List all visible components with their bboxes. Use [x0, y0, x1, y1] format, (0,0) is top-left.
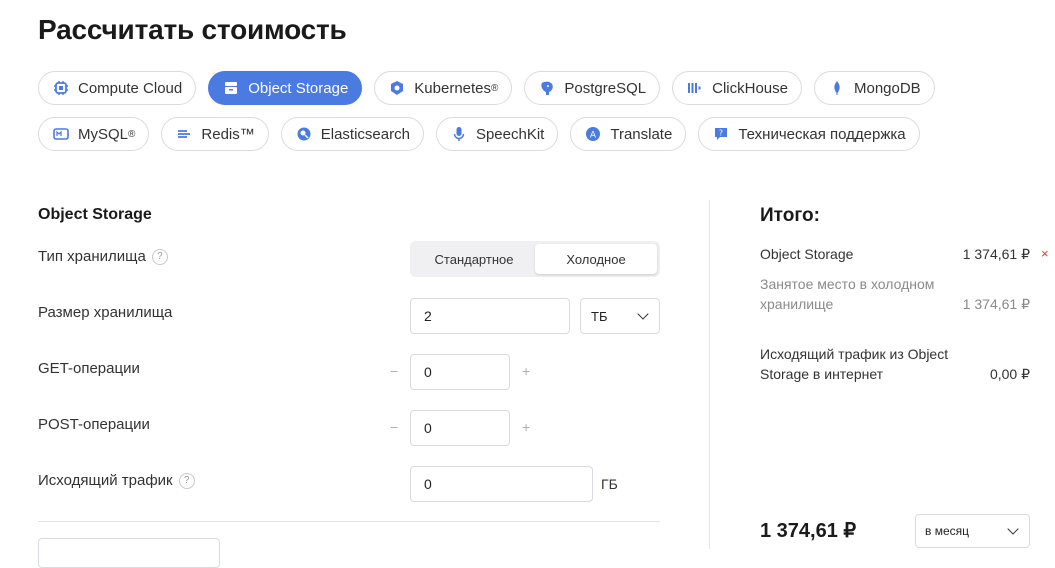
grand-total: 1 374,61 ₽	[760, 520, 857, 542]
storage-type-cold[interactable]: Холодное	[535, 244, 657, 274]
registered-mark: ®	[128, 128, 136, 140]
clickhouse-icon	[687, 80, 703, 96]
summary-item-name: Исходящий трафик из Object Storage в инт…	[760, 346, 949, 382]
post-ops-decrement[interactable]: −	[390, 419, 398, 435]
tab-elasticsearch[interactable]: Elasticsearch	[280, 117, 424, 151]
period-select[interactable]: в месяц	[915, 514, 1030, 548]
tab-label: ClickHouse	[712, 79, 788, 97]
summary-service-name: Object Storage	[760, 246, 854, 262]
tab-label: PostgreSQL	[564, 79, 647, 97]
storage-type-standard[interactable]: Стандартное	[413, 244, 535, 274]
get-ops-label: GET-операции	[38, 360, 140, 377]
tab-speechkit[interactable]: SpeechKit	[435, 117, 559, 151]
chip-icon	[53, 80, 69, 96]
svg-text:A: A	[590, 131, 597, 141]
support-icon: ?	[713, 126, 729, 142]
section-title: Object Storage	[38, 206, 152, 223]
redis-icon	[176, 126, 192, 142]
tab-label: Kubernetes	[414, 79, 492, 97]
post-ops-label: POST-операции	[38, 416, 150, 433]
divider	[38, 521, 660, 522]
storage-unit-select[interactable]: ТБ	[580, 298, 660, 334]
summary-item-value: 1 374,61 ₽	[962, 296, 1030, 312]
tab-label: Translate	[610, 125, 673, 143]
storage-icon	[223, 80, 239, 96]
storage-type-label-text: Тип хранилища	[38, 248, 146, 265]
get-ops-increment[interactable]: +	[522, 363, 530, 379]
service-tabs-row-1: Compute Cloud Object Storage Kubernetes ® Po…	[38, 71, 1038, 105]
tab-label: Техническая поддержка	[738, 125, 906, 143]
svg-text:?: ?	[719, 129, 723, 138]
tab-clickhouse[interactable]: ClickHouse	[672, 71, 802, 105]
traffic-unit: ГБ	[601, 476, 618, 492]
tab-mongodb[interactable]: MongoDB	[813, 71, 935, 105]
tab-mysql[interactable]: MySQL ®	[38, 117, 150, 151]
tab-object-storage[interactable]: Object Storage	[208, 71, 363, 105]
tab-label: MySQL	[78, 125, 129, 143]
storage-size-input[interactable]: 2	[410, 298, 570, 334]
tab-label: Elasticsearch	[320, 125, 410, 143]
summary-service-total: 1 374,61 ₽	[962, 246, 1030, 262]
mysql-icon	[53, 126, 69, 142]
tab-redis[interactable]: Redis™	[161, 117, 269, 151]
remove-service-icon[interactable]: ×	[1041, 246, 1049, 261]
translate-icon: A	[585, 126, 601, 142]
help-icon[interactable]: ?	[178, 472, 195, 489]
service-tabs-row-2: MySQL ® Redis™ Elasticsearch SpeechKit A Trans…	[38, 117, 1038, 151]
post-ops-input[interactable]: 0	[410, 410, 510, 446]
service-tabs: Compute Cloud Object Storage Kubernetes ® Po…	[38, 71, 1038, 163]
traffic-label-text: Исходящий трафик	[38, 472, 173, 489]
storage-type-label: Тип хранилища ?	[38, 248, 168, 265]
tab-postgresql[interactable]: PostgreSQL	[524, 71, 661, 105]
help-icon[interactable]: ?	[151, 248, 168, 265]
period-value: в месяц	[925, 524, 970, 538]
storage-size-label: Размер хранилища	[38, 304, 173, 321]
post-ops-increment[interactable]: +	[522, 419, 530, 435]
storage-type-toggle: Стандартное Холодное	[410, 241, 660, 277]
summary-item-name: Занятое место в холодном хранилище	[760, 276, 935, 312]
summary-title: Итого:	[760, 205, 820, 226]
elasticsearch-icon	[296, 126, 312, 142]
tab-translate[interactable]: A Translate	[570, 117, 687, 151]
summary-item-value: 0,00 ₽	[989, 366, 1030, 382]
tab-label: SpeechKit	[475, 125, 545, 143]
get-ops-decrement[interactable]: −	[390, 363, 398, 379]
postgresql-icon	[539, 80, 555, 96]
mongodb-icon	[829, 80, 845, 96]
add-button[interactable]	[38, 538, 220, 568]
tab-compute-cloud[interactable]: Compute Cloud	[38, 71, 197, 105]
registered-mark: ®	[491, 82, 499, 94]
chevron-down-icon	[1007, 523, 1019, 535]
tab-label: Compute Cloud	[78, 79, 183, 97]
kubernetes-icon	[389, 80, 405, 96]
tab-label: Redis™	[201, 125, 255, 143]
tab-label: Object Storage	[248, 79, 349, 97]
chevron-down-icon	[637, 308, 649, 320]
microphone-icon	[451, 126, 467, 142]
storage-unit-value: ТБ	[591, 308, 608, 324]
tab-kubernetes[interactable]: Kubernetes ®	[374, 71, 513, 105]
tab-техническая-поддержка[interactable]: ? Техническая поддержка	[698, 117, 920, 151]
traffic-label: Исходящий трафик ?	[38, 472, 195, 489]
tab-label: MongoDB	[853, 79, 921, 97]
traffic-input[interactable]: 0	[410, 466, 593, 502]
page-title: Рассчитать стоимость	[38, 14, 347, 45]
get-ops-input[interactable]: 0	[410, 354, 510, 390]
column-divider	[709, 200, 710, 549]
